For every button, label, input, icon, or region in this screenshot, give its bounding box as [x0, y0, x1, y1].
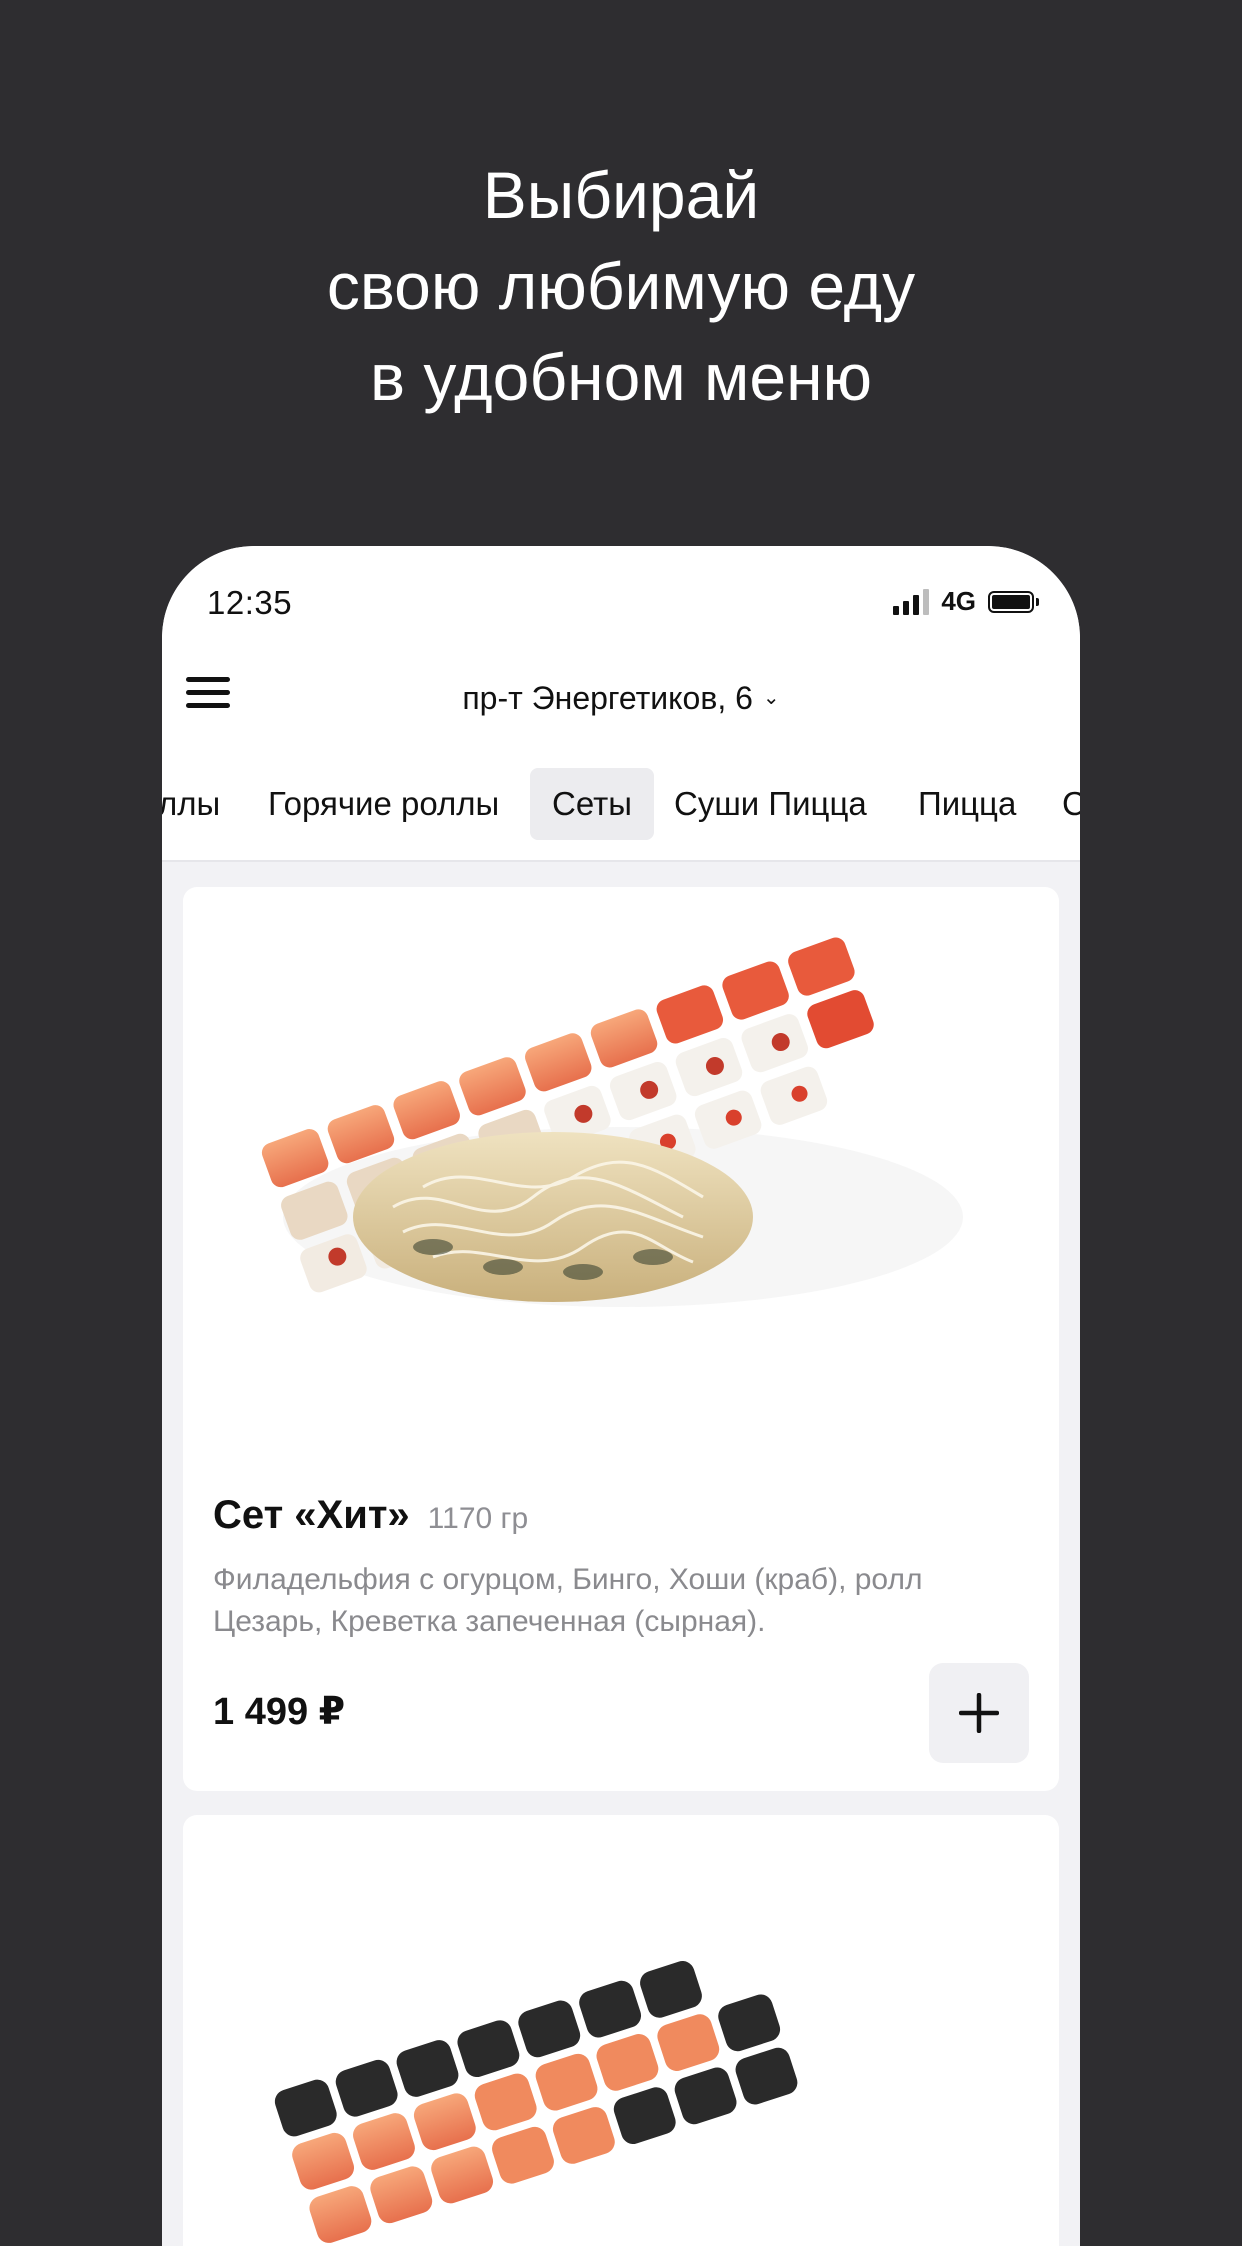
- product-title: Сет «Хит» 1170 гр: [213, 1493, 528, 1538]
- add-to-cart-button[interactable]: [929, 1663, 1029, 1763]
- tab-next[interactable]: С: [1062, 768, 1080, 840]
- network-type: 4G: [941, 586, 976, 616]
- chevron-down-icon: ⌄: [762, 687, 780, 710]
- plus-icon: [959, 1693, 999, 1733]
- tab-sushi-pizza[interactable]: Суши Пицца: [674, 768, 867, 840]
- headline-line-2: свою любимую еду: [326, 249, 916, 323]
- product-price: 1 499 ₽: [213, 1691, 346, 1733]
- address-label: пр-т Энергетиков, 6: [462, 680, 753, 716]
- phone-screen: 12:35 4G пр-т Энергетиков, 6 ⌄ ллы Горячи…: [162, 546, 1080, 2246]
- sushi-set-photo: [274, 1961, 798, 2243]
- headline-line-1: Выбирай: [482, 158, 760, 232]
- tab-pizza[interactable]: Пицца: [918, 768, 1016, 840]
- category-tabs: ллы Горячие роллы Сеты Суши Пицца Пицца …: [162, 768, 1080, 840]
- tab-sets[interactable]: Сеты: [530, 768, 654, 840]
- app-header: 12:35 4G пр-т Энергетиков, 6 ⌄ ллы Горячи…: [162, 546, 1080, 862]
- sushi-set-photo: [261, 937, 963, 1307]
- battery-icon: [988, 590, 1039, 613]
- tab-hot-rolls[interactable]: Горячие роллы: [268, 768, 499, 840]
- promo-headline: Выбирай свою любимую еду в удобном меню: [0, 150, 1242, 423]
- address-selector[interactable]: пр-т Энергетиков, 6 ⌄: [162, 680, 1080, 717]
- headline-line-3: в удобном меню: [369, 340, 873, 414]
- product-description: Филадельфия с огурцом, Бинго, Хоши (краб…: [213, 1563, 923, 1638]
- product-weight: 1170 гр: [427, 1502, 529, 1535]
- status-indicators: 4G: [893, 586, 1039, 617]
- product-card[interactable]: [183, 1815, 1059, 2246]
- status-time: 12:35: [207, 584, 293, 621]
- product-card[interactable]: Сет «Хит» 1170 гр Филадельфия с огурцом, …: [183, 887, 1059, 1791]
- tab-rolls[interactable]: ллы: [162, 768, 220, 840]
- signal-icon: [893, 588, 930, 615]
- product-name: Сет «Хит»: [213, 1493, 410, 1537]
